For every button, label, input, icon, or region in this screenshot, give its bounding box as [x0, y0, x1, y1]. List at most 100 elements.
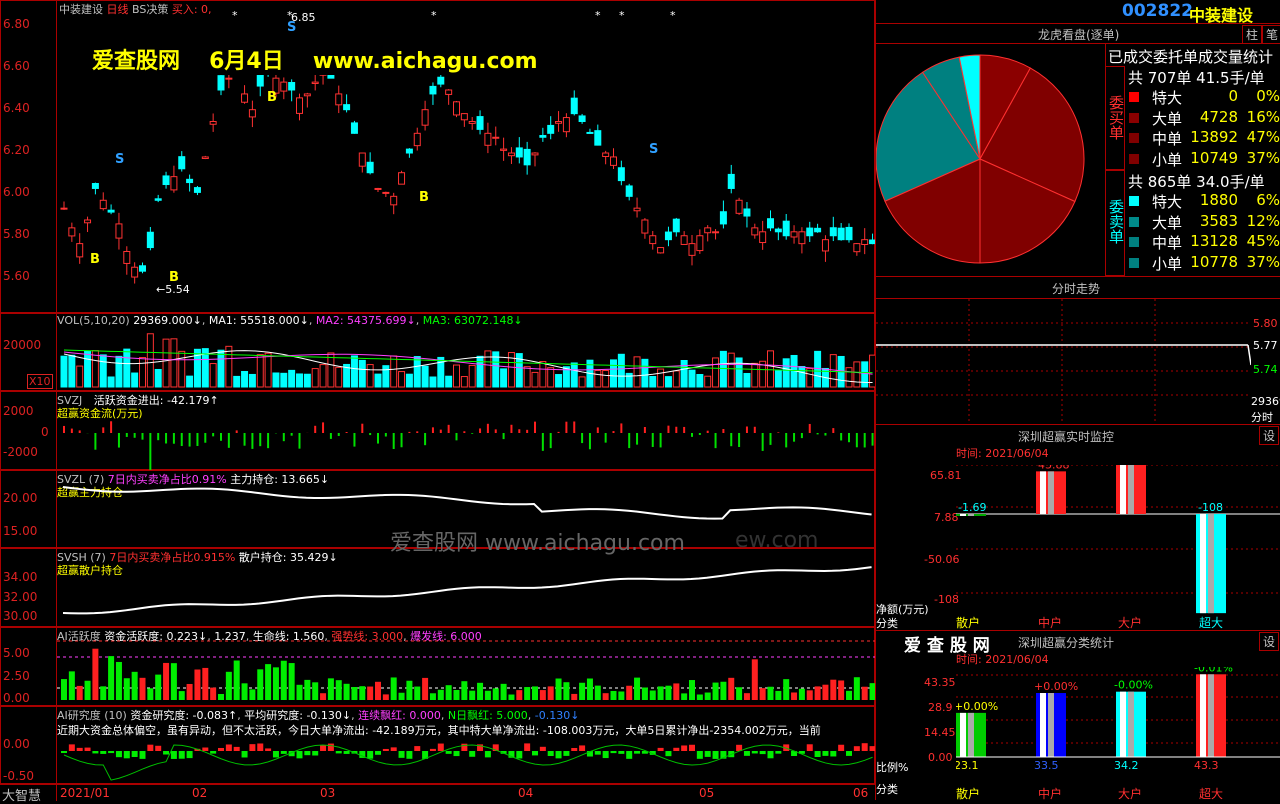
volume-bar [768, 351, 774, 387]
activity-bar [830, 680, 836, 700]
realtime-monitor[interactable]: 深圳超赢实时监控 设 时间: 2021/06/04 65.81 7.88 -50… [876, 424, 1280, 630]
ytick: 6.60 [3, 59, 30, 73]
candle [775, 229, 781, 232]
volume-bar [61, 356, 67, 387]
research-bar [634, 751, 640, 754]
flow-bar [691, 433, 693, 437]
ytick: 0 [41, 425, 49, 439]
candle [336, 94, 342, 105]
volume-panel[interactable]: VOL(5,10,20) 29369.000↓, MA1: 55518.000↓… [0, 313, 875, 391]
research-bar [77, 748, 83, 751]
candle [289, 83, 295, 90]
air-bars[interactable] [57, 707, 875, 784]
chart-area[interactable]: 中装建设 日线 BS决策 买入: 0, 6.80 6.60 6.40 6.20 … [0, 0, 875, 800]
flow-bar [573, 421, 575, 433]
watermark-center: 爱查股网 www.aichagu.com [390, 525, 685, 557]
candle [846, 227, 852, 239]
bar-ratio: 23.1 [956, 759, 979, 771]
stat-row: 大单 4728 16% [1126, 108, 1280, 128]
bar-percent: -0.00% [1114, 679, 1153, 692]
buy-side-label: 委买单 [1105, 66, 1125, 170]
activity-bar [351, 687, 357, 700]
flow-bar [369, 433, 371, 435]
candle [202, 157, 208, 159]
activity-bar [446, 685, 452, 700]
ai-bars[interactable] [57, 628, 875, 706]
main-kline-panel[interactable]: 中装建设 日线 BS决策 买入: 0, 6.80 6.60 6.40 6.20 … [0, 0, 875, 313]
buy-summary: 共 707单 41.5手/单 [1128, 67, 1265, 88]
volume-bar [603, 371, 609, 387]
flow-bar [244, 433, 246, 446]
settings-button[interactable]: 设 [1259, 426, 1279, 445]
research-bar [179, 751, 185, 759]
flow-bar [510, 425, 512, 433]
flow-bar [722, 429, 724, 433]
mon1-ytick: -50.06 [924, 553, 959, 566]
bar-highlight [1200, 514, 1206, 613]
svzj-bars[interactable] [57, 392, 875, 470]
svsh-panel[interactable]: SVSH (7) 7日内买卖净占比0.915% 散户持仓: 35.429↓ 超赢… [0, 548, 875, 627]
candle [399, 173, 405, 184]
lhb-title: 龙虎看盘(逐单) [1038, 26, 1119, 43]
activity-bar [775, 691, 781, 700]
activity-bar [249, 689, 255, 700]
flow-bar [746, 427, 748, 433]
flow-bar [267, 433, 269, 448]
activity-bar [838, 680, 844, 700]
activity-bar [375, 682, 381, 700]
candle [501, 149, 507, 150]
activity-bar [768, 687, 774, 700]
flow-bar [565, 422, 567, 433]
candle [587, 132, 593, 133]
category-stats[interactable]: 爱 查 股 网 深圳超赢分类统计 设 时间: 2021/06/04 43.35 … [876, 630, 1280, 800]
monitor-bars[interactable]: -1.6943.8865.81-108 [956, 465, 1280, 615]
activity-bar [132, 672, 138, 700]
watermark-center-2: ew.com [735, 528, 819, 553]
stat-row: 小单 10778 37% [1126, 253, 1280, 273]
x-label: 04 [518, 786, 533, 800]
candle [304, 94, 310, 96]
intraday-chart[interactable] [876, 299, 1251, 423]
bar-value: -108 [1198, 501, 1223, 514]
svsh-line[interactable] [57, 549, 875, 627]
sell-signal: S [115, 152, 124, 167]
candle [116, 224, 122, 238]
candle [783, 221, 789, 236]
candle [650, 236, 656, 244]
volume-bar [728, 353, 734, 387]
volume-bars[interactable] [57, 314, 875, 390]
research-bar [399, 751, 405, 758]
research-bar [846, 751, 852, 756]
settings-button-2[interactable]: 设 [1259, 632, 1279, 651]
activity-bar [595, 686, 601, 700]
candle [147, 232, 153, 247]
stat-row-label: 小单 [1152, 253, 1182, 274]
ytick: 0.00 [3, 737, 30, 751]
column-button[interactable]: 柱 [1242, 25, 1262, 44]
candle [85, 220, 91, 223]
activity-bar [218, 694, 224, 700]
ai-research-panel[interactable]: AI研究度 (10) 资金研究度: -0.083↑, 平均研究度: -0.130… [0, 706, 875, 784]
volume-bar [399, 372, 405, 387]
activity-bar [281, 661, 287, 700]
flow-bar [793, 433, 795, 442]
flow-bar [432, 427, 434, 433]
research-bar [532, 751, 538, 755]
buy-signal: B [419, 190, 429, 205]
mon1-axis-label: 分类 [876, 615, 898, 631]
candle [760, 232, 766, 243]
research-bar [312, 751, 318, 756]
activity-bar [752, 659, 758, 700]
stat-row: 大单 3583 12% [1126, 212, 1280, 232]
ai-activity-panel[interactable]: AI活跃度 资金活跃度: 0.223↓, 1.237, 生命线: 1.560, … [0, 627, 875, 706]
svzj-panel[interactable]: SVZJ 活跃资金进出: -42.179↑ 超赢资金流(万元) 2000 0 -… [0, 391, 875, 470]
activity-bar [571, 694, 577, 700]
volume-bar [187, 376, 193, 387]
stat-row-volume: 10749 [1190, 149, 1238, 167]
research-bar [281, 751, 287, 754]
pen-button[interactable]: 笔 [1262, 25, 1280, 44]
research-bar [116, 751, 122, 757]
intraday-panel[interactable]: 分时走势 5.80 5.77 5.74 29369 分时 [876, 276, 1280, 424]
category-bars[interactable]: +0.00%23.1+0.00%33.5-0.00%34.2-0.01%43.3 [956, 667, 1280, 771]
stats-title: 深圳超赢分类统计 [1018, 634, 1114, 651]
